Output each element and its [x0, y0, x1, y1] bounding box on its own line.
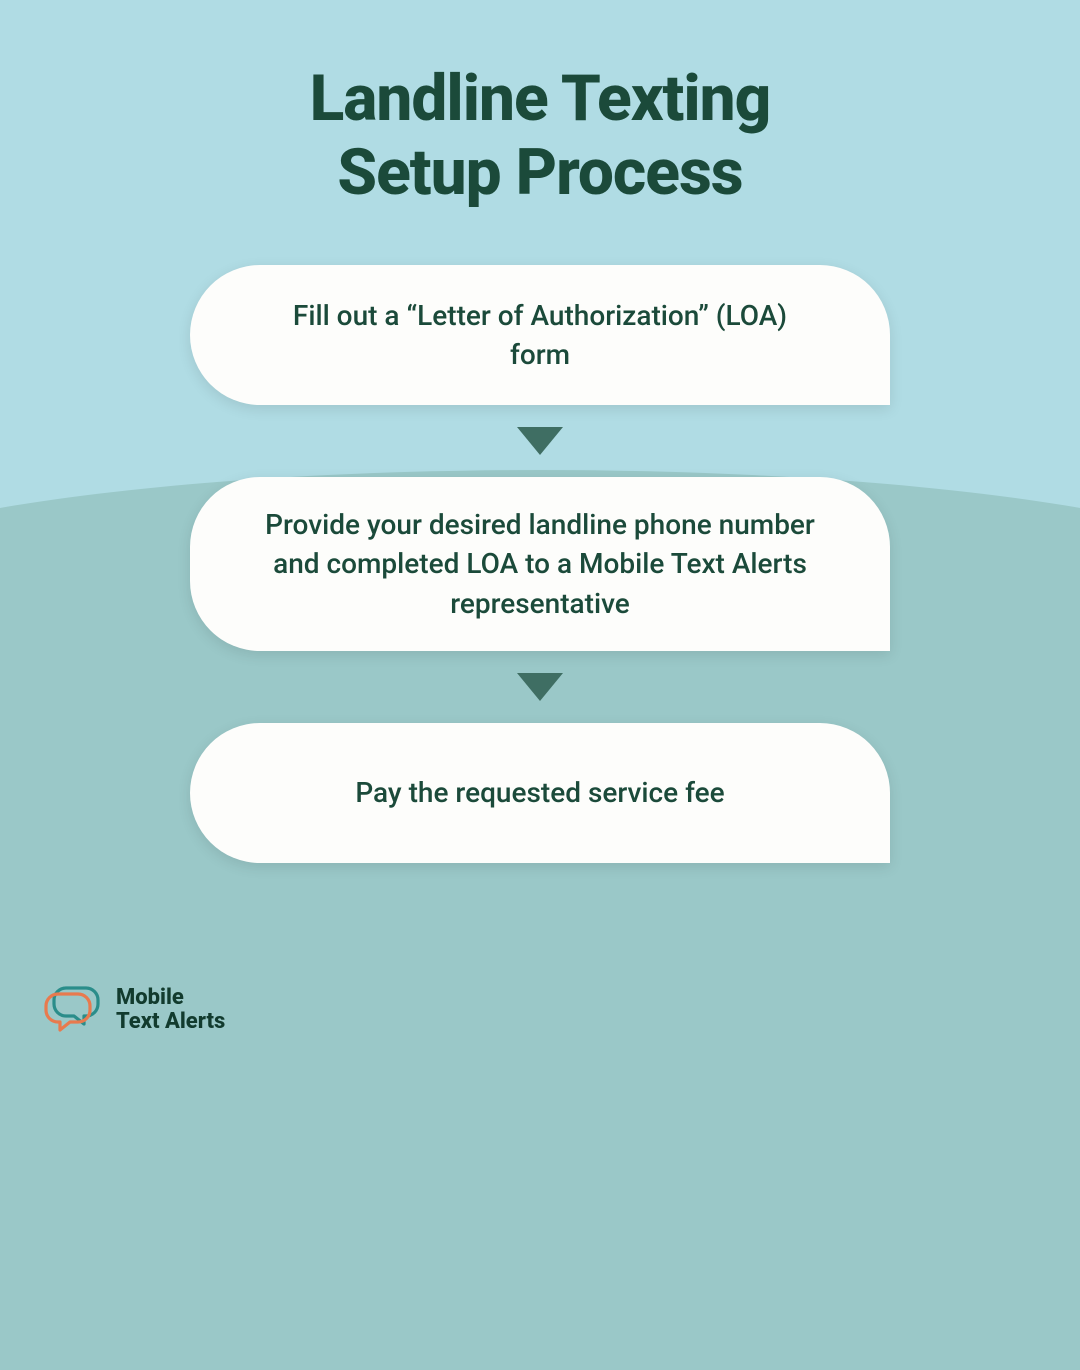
- page-title: Landline Texting Setup Process: [310, 62, 771, 209]
- step-bubble-1: Fill out a “Letter of Authorization” (LO…: [190, 265, 890, 405]
- step-bubble-3: Pay the requested service fee: [190, 723, 890, 863]
- step-text-1: Fill out a “Letter of Authorization” (LO…: [260, 296, 820, 374]
- arrow-down-icon: [517, 427, 563, 455]
- brand-name-line-1: Mobile: [116, 985, 184, 1010]
- brand-name-line-2: Text Alerts: [116, 1009, 225, 1034]
- content-container: Landline Texting Setup Process Fill out …: [0, 0, 1080, 1080]
- arrow-down-icon: [517, 673, 563, 701]
- step-text-3: Pay the requested service fee: [355, 773, 724, 812]
- title-line-2: Setup Process: [337, 135, 742, 210]
- step-text-2: Provide your desired landline phone numb…: [260, 505, 820, 623]
- chat-bubbles-icon: [44, 984, 102, 1036]
- brand-name: Mobile Text Alerts: [116, 986, 225, 1034]
- step-bubble-2: Provide your desired landline phone numb…: [190, 477, 890, 651]
- brand-logo: Mobile Text Alerts: [44, 984, 225, 1036]
- steps-flow: Fill out a “Letter of Authorization” (LO…: [190, 265, 890, 863]
- title-line-1: Landline Texting: [310, 61, 771, 136]
